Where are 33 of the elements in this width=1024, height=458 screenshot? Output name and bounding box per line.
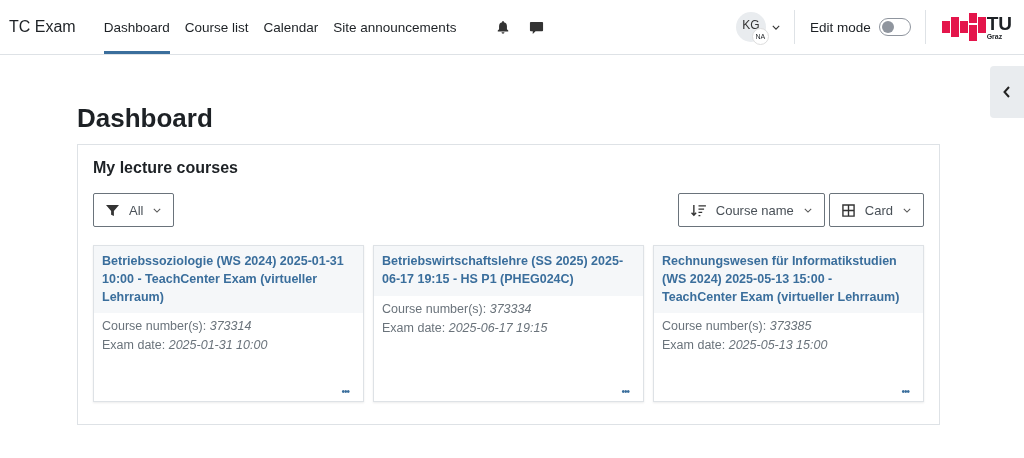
- page-title: Dashboard: [77, 103, 214, 134]
- grid-icon: [841, 203, 855, 217]
- caret-icon: [153, 207, 162, 213]
- block-title: My lecture courses: [93, 159, 239, 177]
- nav-tab[interactable]: Dashboard: [103, 0, 170, 54]
- course-number: Course number(s): 373385: [662, 319, 813, 334]
- caret-icon[interactable]: [771, 24, 780, 30]
- sort-icon: [690, 203, 706, 217]
- filter-dropdown[interactable]: All: [93, 193, 175, 227]
- chat-icon[interactable]: [529, 19, 545, 35]
- exam-date: Exam date: 2025-01-31 10:00: [102, 338, 269, 353]
- course-number: Course number(s): 373314: [102, 319, 253, 334]
- site-name[interactable]: TC Exam: [9, 18, 76, 36]
- caret-icon: [803, 207, 812, 213]
- exam-date: Exam date: 2025-05-13 15:00: [662, 338, 829, 353]
- drawer-toggle-button[interactable]: [990, 66, 1024, 118]
- more-menu-button[interactable]: •••: [339, 384, 351, 399]
- more-menu-button[interactable]: •••: [619, 384, 631, 399]
- chevron-left-icon: [1003, 86, 1011, 98]
- caret-icon: [903, 207, 911, 213]
- nav-tab[interactable]: Calendar: [263, 0, 319, 54]
- more-menu-button[interactable]: •••: [899, 384, 911, 399]
- edit-mode-toggle[interactable]: [878, 18, 911, 36]
- nav-tab[interactable]: Course list: [184, 0, 249, 54]
- filter-icon: [106, 203, 119, 217]
- nav-tab[interactable]: Site announcements: [333, 0, 457, 54]
- course-number: Course number(s): 373334: [382, 301, 533, 316]
- exam-date: Exam date: 2025-06-17 19:15: [382, 320, 549, 335]
- sort-dropdown[interactable]: Course name: [677, 193, 825, 227]
- edit-mode-label: Edit mode: [809, 19, 871, 35]
- logo-text: TU: [986, 14, 1012, 33]
- bell-icon[interactable]: [496, 20, 511, 34]
- view-dropdown[interactable]: Card: [828, 193, 924, 227]
